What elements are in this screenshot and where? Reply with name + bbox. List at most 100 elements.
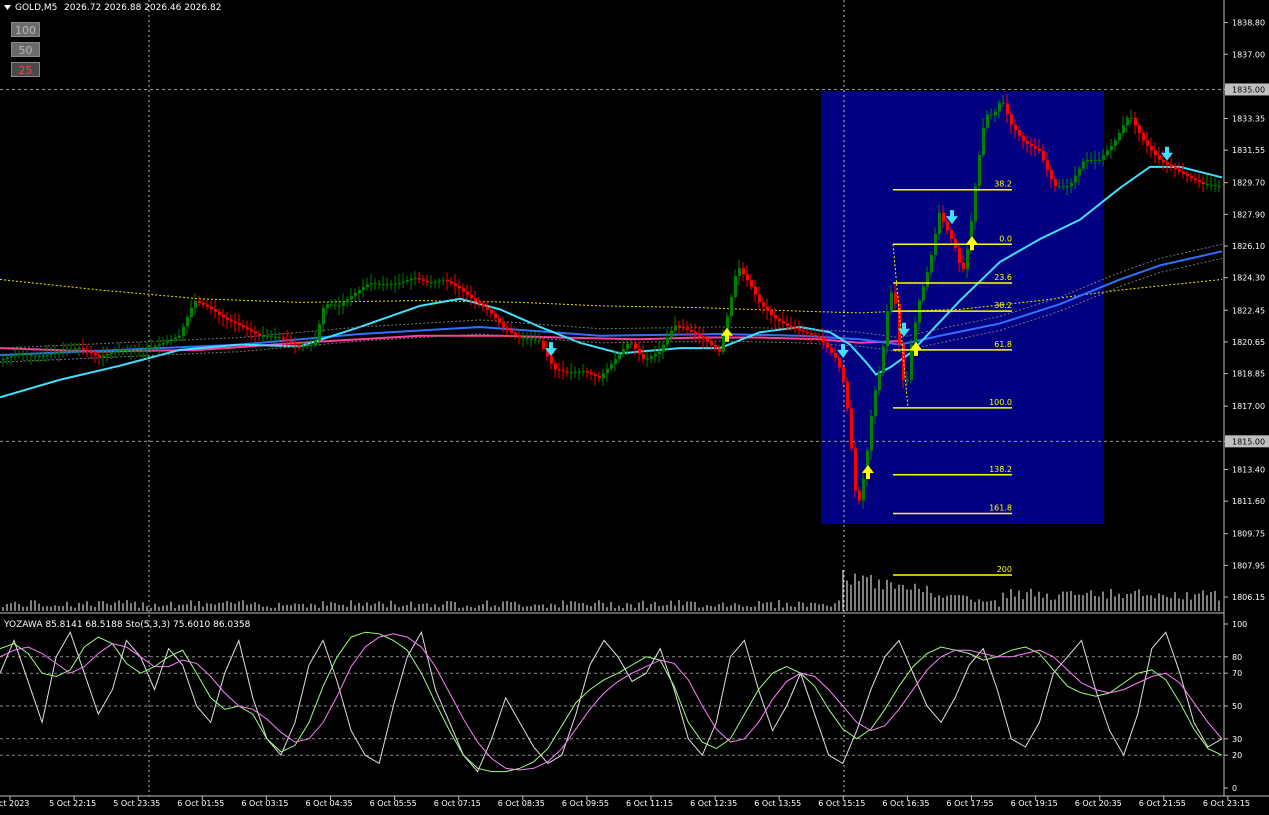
price-tick-label: 1811.60 (1232, 497, 1265, 506)
price-bar-down (1194, 178, 1197, 181)
highlight-box[interactable] (821, 91, 1104, 525)
price-bar-down (690, 329, 693, 332)
level-button-25[interactable]: 25 (11, 62, 40, 77)
price-bar-up (146, 348, 149, 351)
price-bar-up (602, 373, 605, 378)
price-bar-up (414, 278, 417, 280)
price-bar-up (526, 338, 529, 340)
price-bar-up (350, 296, 353, 300)
price-bar-down (254, 331, 257, 334)
price-bar-up (978, 154, 981, 187)
price-bar-up (194, 301, 197, 308)
price-bar-up (434, 281, 437, 283)
price-bar-up (398, 282, 401, 284)
price-tick-label: 1831.55 (1232, 146, 1265, 155)
level-button-50[interactable]: 50 (11, 42, 40, 57)
price-bar-down (518, 335, 521, 338)
price-bar-up (154, 345, 157, 348)
time-tick-label: 5 Oct 23:35 (113, 799, 160, 808)
time-tick-label: 6 Oct 11:15 (626, 799, 673, 808)
indicator-header: YOZAWA 85.8141 68.5188 Sto(5,3,3) 75.601… (3, 620, 251, 630)
price-bar-up (430, 282, 433, 284)
price-bar-up (1218, 185, 1221, 187)
time-tick-label: 5 Oct 2023 (0, 799, 29, 808)
price-bar-down (942, 212, 945, 222)
price-bar-up (578, 371, 581, 373)
price-bar-up (990, 114, 993, 116)
chart-canvas[interactable]: 38.20.023.638.261.8100.0138.2161.8200 18… (0, 0, 1269, 811)
price-bar-up (1078, 168, 1081, 176)
price-bar-up (606, 368, 609, 374)
price-tick-label: 1813.40 (1232, 465, 1265, 474)
price-tick-label: 1817.00 (1232, 402, 1265, 411)
price-bar-down (542, 341, 545, 349)
price-bar-up (278, 337, 281, 339)
price-bar-up (62, 350, 65, 352)
price-bar-down (1158, 155, 1161, 160)
time-tick-label: 6 Oct 23:15 (1203, 799, 1250, 808)
price-bar-down (1154, 150, 1157, 156)
price-bar-down (814, 334, 817, 337)
trading-chart[interactable]: 38.2 0.0 23.6 38.2 61.8 100.0 138.2 161.8 200 18… (0, 0, 1269, 811)
price-bar-up (982, 127, 985, 155)
price-bar-up (118, 349, 121, 352)
price-bar-up (178, 335, 181, 338)
price-bar-down (86, 349, 89, 352)
price-bar-down (218, 311, 221, 315)
price-bar-up (410, 278, 413, 281)
price-tick-label: 1827.90 (1232, 210, 1265, 219)
fib-level-label: 200 (997, 565, 1012, 574)
price-bar-down (502, 322, 505, 328)
price-bar-up (10, 356, 13, 358)
price-bar-up (170, 339, 173, 342)
price-bar-up (738, 268, 741, 276)
price-bar-up (1214, 185, 1217, 187)
price-bar-down (206, 304, 209, 307)
price-bar-down (258, 333, 261, 336)
price-bar-down (82, 348, 85, 350)
level-button-100[interactable]: 100 (11, 22, 40, 37)
price-bar-up (126, 350, 129, 352)
price-bar-up (342, 302, 345, 306)
price-bar-down (1018, 130, 1021, 136)
price-bar-up (26, 354, 29, 356)
price-bar-down (822, 337, 825, 343)
time-tick-label: 6 Oct 07:15 (434, 799, 481, 808)
price-bar-up (38, 356, 41, 358)
time-tick-label: 6 Oct 20:35 (1075, 799, 1122, 808)
price-bar-down (634, 343, 637, 349)
price-bar-down (226, 317, 229, 320)
price-bar-down (858, 490, 861, 501)
price-bar-down (790, 325, 793, 328)
price-bar-down (1030, 143, 1033, 147)
price-bar-up (670, 330, 673, 338)
price-bar-up (66, 350, 69, 352)
price-bar-down (638, 348, 641, 354)
price-bar-up (914, 322, 917, 345)
time-tick-label: 6 Oct 16:35 (882, 799, 929, 808)
price-bar-down (702, 336, 705, 339)
price-bar-down (714, 345, 717, 349)
price-bar-down (1186, 173, 1189, 177)
price-tick-label: 1820.65 (1232, 338, 1265, 347)
price-bar-up (874, 390, 877, 417)
price-bar-up (1002, 102, 1005, 104)
price-bar-up (190, 307, 193, 318)
price-bar-up (358, 290, 361, 293)
price-bar-up (106, 354, 109, 356)
price-bar-up (1130, 117, 1133, 119)
price-bar-up (14, 354, 17, 357)
price-bar-down (1022, 135, 1025, 141)
time-tick-label: 6 Oct 01:55 (177, 799, 224, 808)
price-bar-up (890, 292, 893, 312)
price-bar-down (682, 326, 685, 329)
price-bar-up (650, 356, 653, 359)
price-bar-up (938, 212, 941, 234)
price-bar-down (1134, 117, 1137, 126)
price-tick-label: 1835.00 (1232, 85, 1265, 94)
price-bar-up (102, 355, 105, 357)
price-bar-down (1174, 166, 1177, 170)
price-bar-down (950, 230, 953, 240)
price-bar-down (214, 309, 217, 312)
price-bar-down (586, 371, 589, 373)
